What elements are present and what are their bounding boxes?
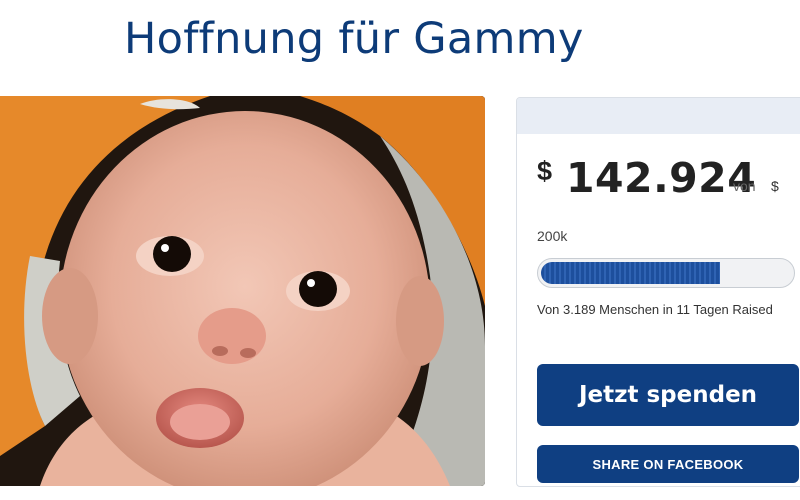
goal-amount: 200k	[537, 228, 568, 244]
progress-bar	[537, 258, 795, 288]
campaign-photo	[0, 96, 485, 486]
currency-symbol: $	[537, 156, 553, 186]
donate-button[interactable]: Jetzt spenden	[537, 364, 799, 426]
donation-panel: $ 142.924 von $ 200k Von 3.189 Menschen …	[516, 97, 800, 487]
of-label: von	[733, 178, 756, 194]
share-facebook-button[interactable]: SHARE ON FACEBOOK	[537, 445, 799, 483]
panel-header	[517, 98, 800, 134]
progress-bar-fill	[541, 262, 720, 284]
raised-summary: Von 3.189 Menschen in 11 Tagen Raised	[537, 302, 773, 317]
page-title: Hoffnung für Gammy	[124, 14, 584, 64]
baby-photo-illustration	[0, 96, 485, 486]
amount-raised: 142.924	[566, 154, 757, 202]
goal-currency: $	[771, 178, 779, 194]
